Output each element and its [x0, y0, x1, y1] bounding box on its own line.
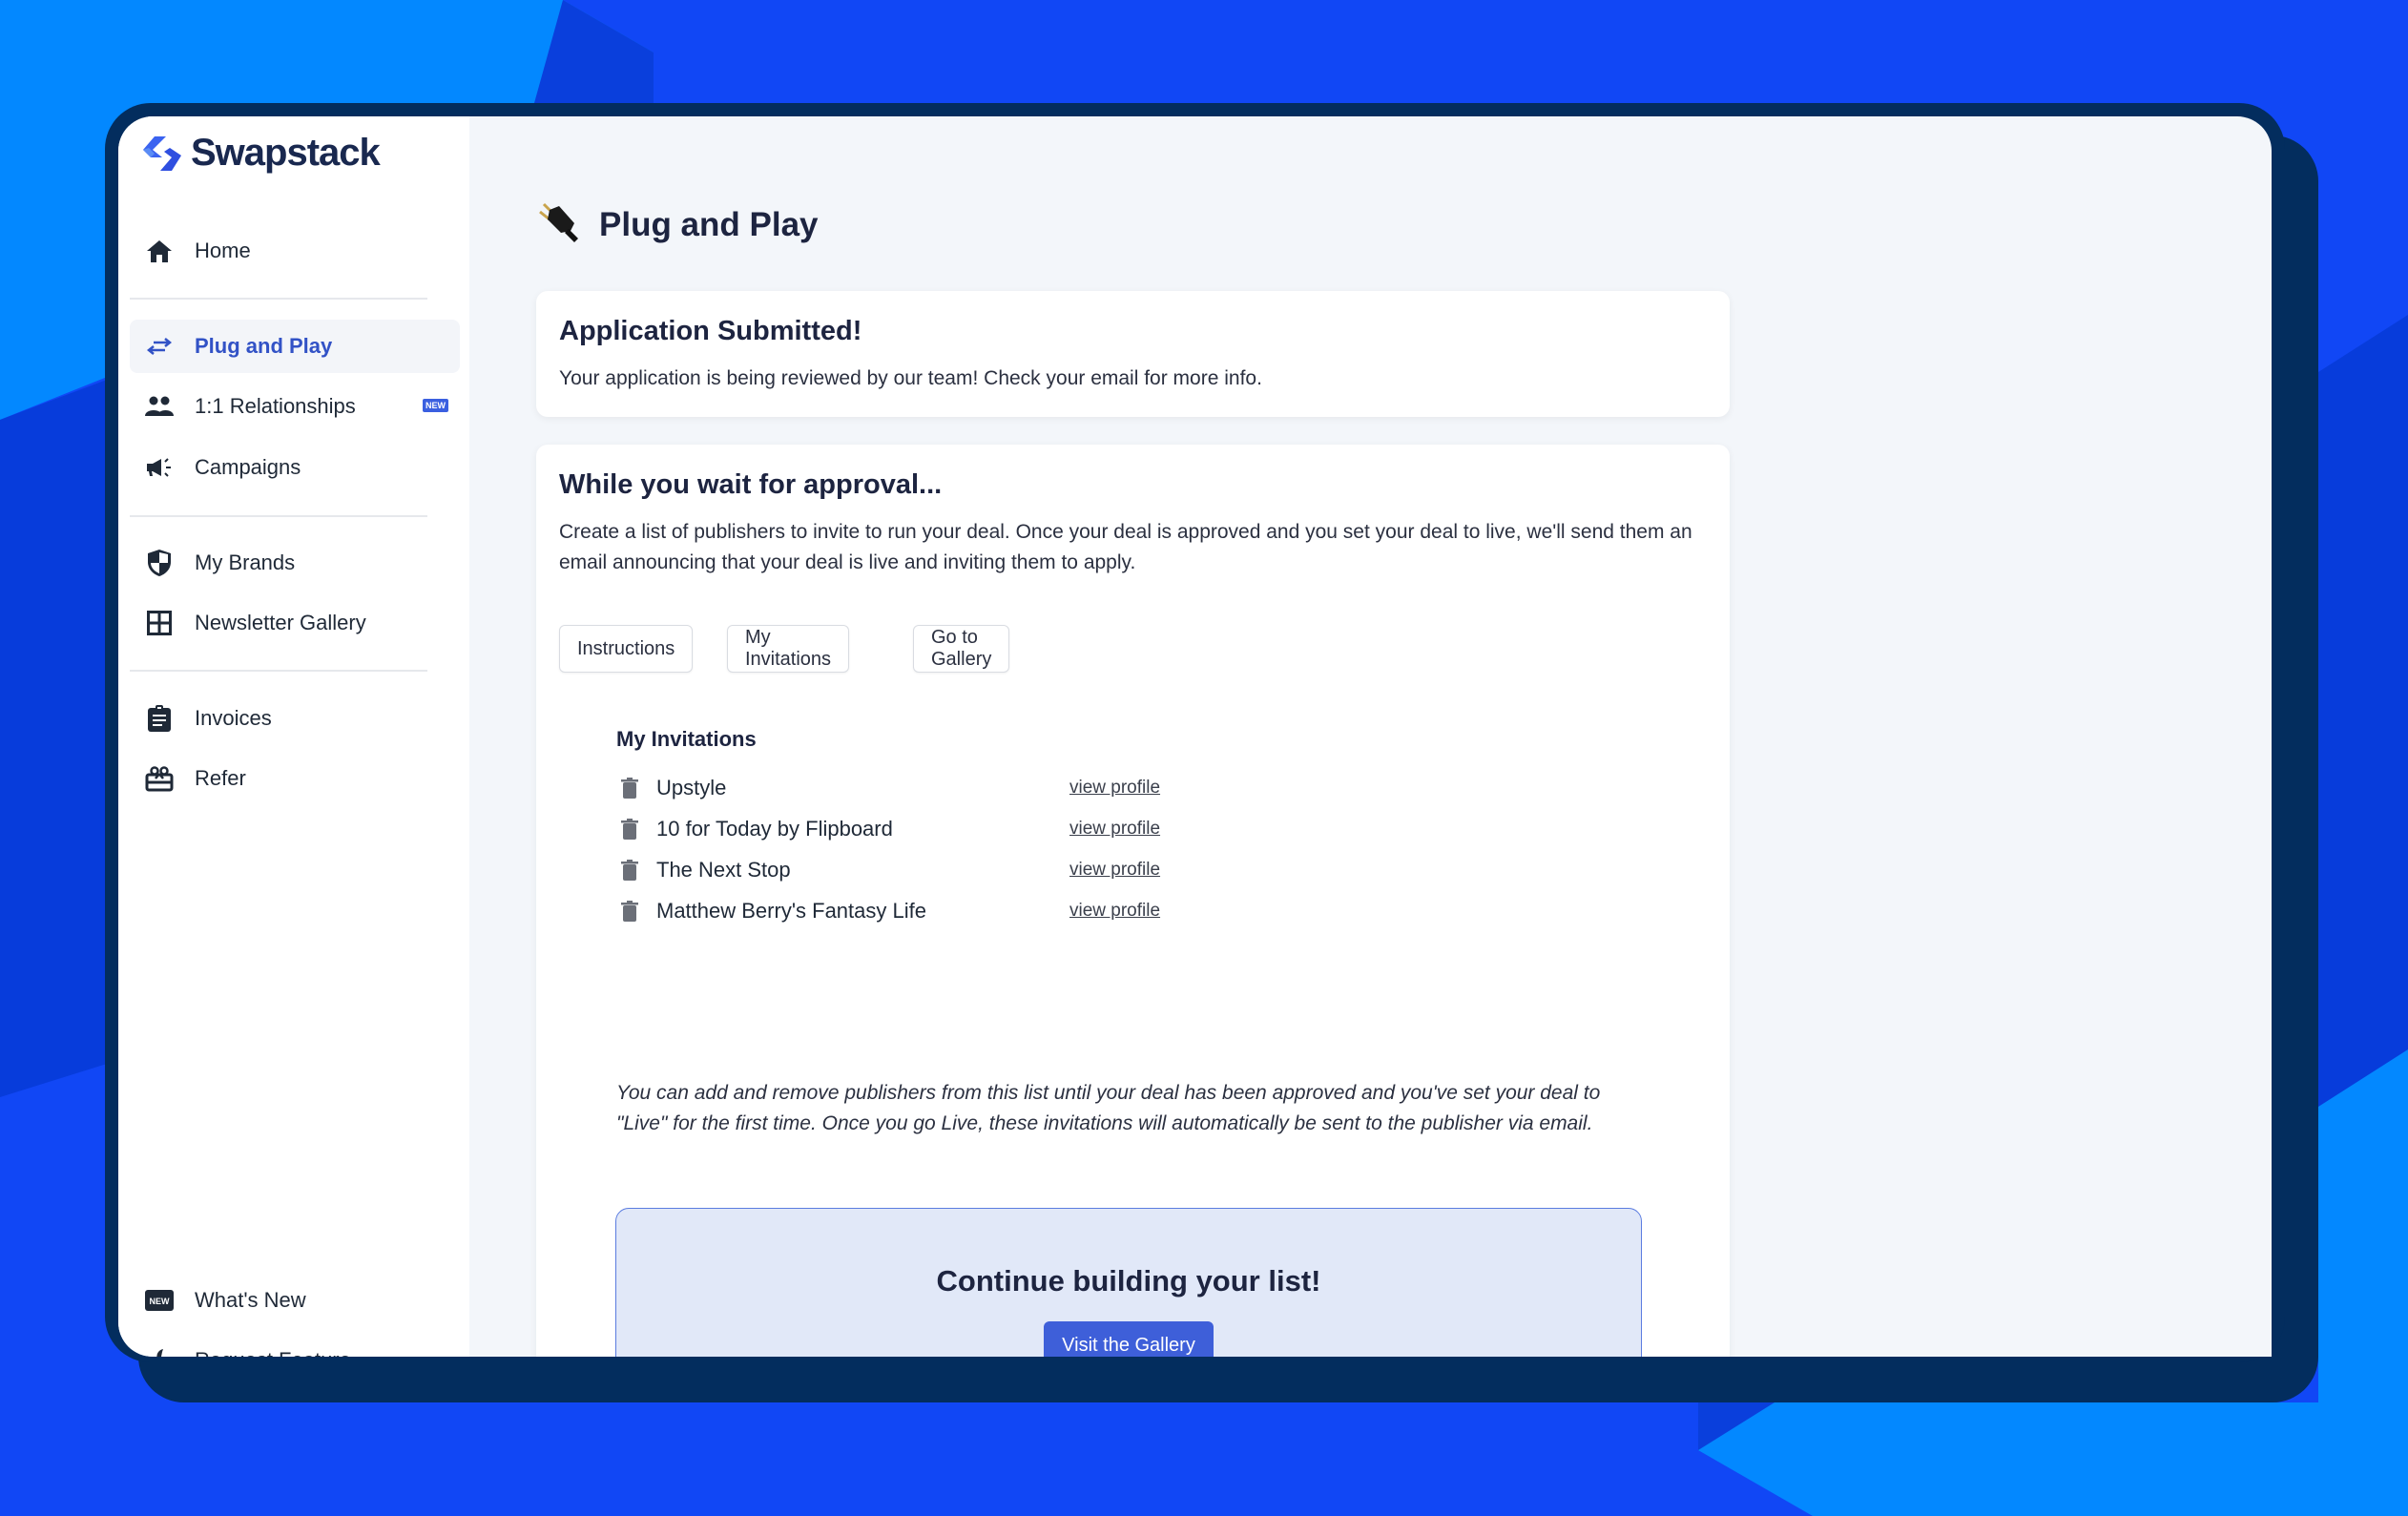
view-profile-link[interactable]: view profile: [1069, 901, 1160, 922]
sidebar-item-label: Plug and Play: [195, 334, 333, 358]
sidebar-item-home[interactable]: Home: [130, 224, 460, 278]
invitation-item: Matthew Berry's Fantasy Life view profil…: [616, 892, 1189, 930]
wrench-icon: [143, 1344, 176, 1357]
grid-icon: [143, 607, 176, 639]
new-badge: NEW: [423, 399, 448, 412]
clipboard-icon: [143, 702, 176, 735]
users-icon: [143, 390, 176, 423]
publisher-name: 10 for Today by Flipboard: [656, 817, 893, 841]
sidebar-divider: [130, 670, 427, 672]
view-profile-link[interactable]: view profile: [1069, 778, 1160, 799]
plug-icon: [536, 198, 584, 251]
trash-icon[interactable]: [620, 778, 639, 799]
sidebar-item-newsletter-gallery[interactable]: Newsletter Gallery: [130, 596, 460, 650]
trash-icon[interactable]: [620, 901, 639, 922]
invitations-note: You can add and remove publishers from t…: [616, 1082, 1601, 1134]
sidebar-divider: [130, 515, 427, 517]
visit-gallery-button[interactable]: Visit the Gallery: [1044, 1321, 1214, 1357]
continue-building-box: Continue building your list! Visit the G…: [615, 1208, 1642, 1357]
cta-heading: Continue building your list!: [936, 1264, 1321, 1298]
page-title-text: Plug and Play: [599, 205, 819, 243]
main-content: Plug and Play Application Submitted! You…: [469, 116, 2272, 1357]
brand-name: Swapstack: [191, 132, 381, 174]
sidebar-item-label: Newsletter Gallery: [195, 611, 366, 634]
sidebar-item-invoices[interactable]: Invoices: [130, 692, 460, 745]
sidebar-item-campaigns[interactable]: Campaigns: [130, 441, 460, 494]
sidebar-divider: [130, 298, 427, 300]
approval-card: While you wait for approval... Create a …: [536, 445, 1730, 1357]
new-badge-icon: NEW: [143, 1284, 176, 1317]
swap-arrows-icon: [143, 330, 176, 363]
application-submitted-card: Application Submitted! Your application …: [536, 291, 1730, 417]
sidebar-item-label: My Brands: [195, 550, 296, 574]
megaphone-icon: [143, 451, 176, 484]
home-icon: [143, 235, 176, 267]
my-invitations-button[interactable]: My Invitations: [727, 625, 850, 673]
sidebar-item-request-feature[interactable]: Request Feature: [130, 1334, 460, 1357]
approval-heading: While you wait for approval...: [559, 469, 943, 500]
svg-text:NEW: NEW: [150, 1297, 171, 1306]
invitation-item: 10 for Today by Flipboard view profile: [616, 810, 1189, 848]
trash-icon[interactable]: [620, 819, 639, 840]
sidebar-item-label: Invoices: [195, 706, 272, 730]
sidebar-item-label: Home: [195, 239, 251, 262]
invitation-item: The Next Stop view profile: [616, 851, 1189, 889]
sidebar-item-relationships[interactable]: 1:1 Relationships NEW: [130, 380, 460, 433]
trash-icon[interactable]: [620, 860, 639, 881]
sidebar-item-label: Request Feature: [195, 1348, 351, 1357]
page-title: Plug and Play: [536, 198, 819, 251]
instructions-button[interactable]: Instructions: [559, 625, 694, 673]
sidebar-item-whats-new[interactable]: NEW What's New: [130, 1274, 460, 1327]
publisher-name: The Next Stop: [656, 858, 791, 882]
publisher-name: Matthew Berry's Fantasy Life: [656, 899, 926, 923]
view-profile-link[interactable]: view profile: [1069, 819, 1160, 840]
logo[interactable]: Swapstack: [141, 132, 381, 175]
sidebar-item-label: Refer: [195, 766, 246, 790]
sidebar-item-refer[interactable]: Refer: [130, 752, 460, 805]
gift-icon: [143, 762, 176, 795]
sidebar-item-label: Campaigns: [195, 455, 301, 479]
invitations-list: My Invitations Upstyle view profile 10 f…: [616, 727, 1570, 937]
publisher-name: Upstyle: [656, 776, 727, 800]
shield-icon: [143, 547, 176, 579]
sidebar-item-label: 1:1 Relationships: [195, 394, 356, 418]
sidebar-item-plug-and-play[interactable]: Plug and Play: [130, 320, 460, 373]
invitation-item: Upstyle view profile: [616, 769, 1189, 807]
submitted-body: Your application is being reviewed by ou…: [559, 367, 1262, 389]
go-to-gallery-button[interactable]: Go to Gallery: [913, 625, 1010, 673]
swapstack-logo-icon: [143, 135, 181, 171]
view-profile-link[interactable]: view profile: [1069, 860, 1160, 881]
invitations-title: My Invitations: [616, 727, 757, 751]
submitted-heading: Application Submitted!: [559, 316, 862, 346]
sidebar-item-label: What's New: [195, 1288, 306, 1312]
approval-body: Create a list of publishers to invite to…: [559, 521, 1692, 573]
sidebar: Swapstack Home Plug and Play 1:1 Relatio…: [118, 116, 469, 1357]
sidebar-item-my-brands[interactable]: My Brands: [130, 536, 460, 590]
app-window: Swapstack Home Plug and Play 1:1 Relatio…: [118, 116, 2272, 1357]
